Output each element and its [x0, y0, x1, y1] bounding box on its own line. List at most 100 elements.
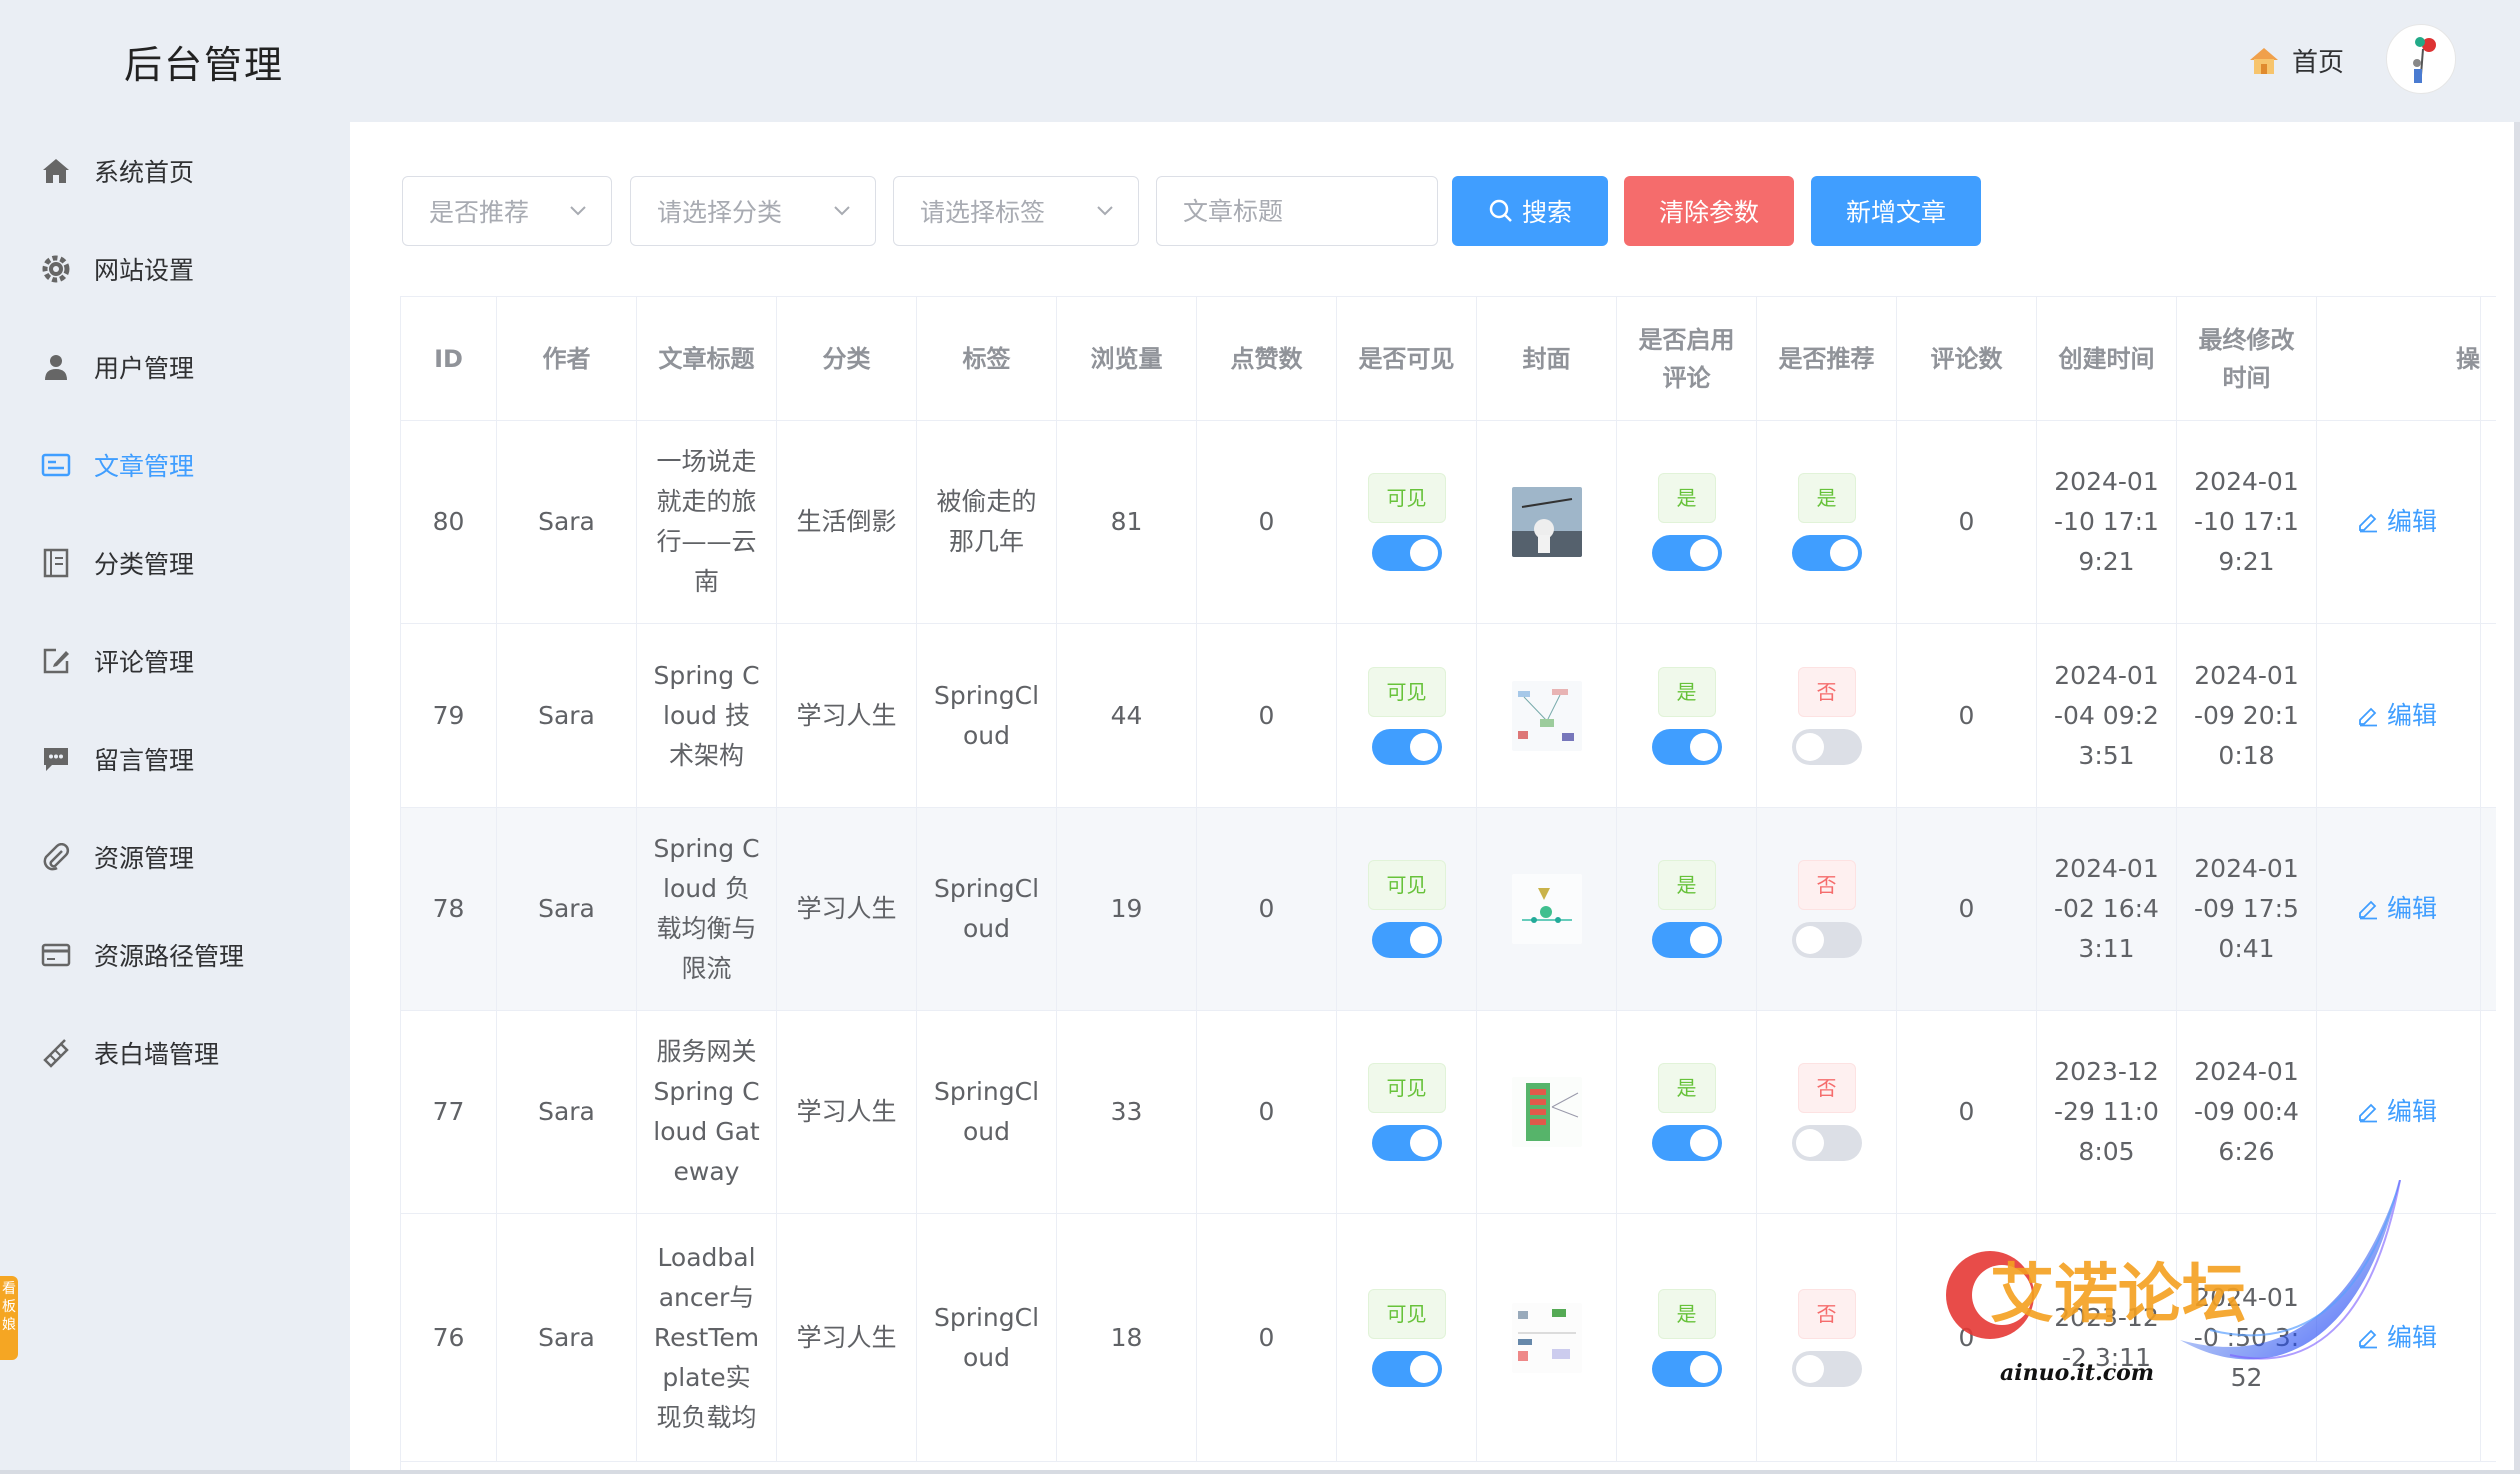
chevron-down-icon	[1092, 197, 1118, 223]
add-article-button[interactable]: 新增文章	[1811, 176, 1981, 246]
edit-button[interactable]: 编辑	[2357, 696, 2437, 736]
recommend-switch[interactable]	[1791, 1350, 1862, 1387]
cell-likes: 0	[1258, 1322, 1275, 1352]
recommend-switch[interactable]	[1791, 728, 1862, 765]
home-icon	[40, 155, 72, 187]
page-scrollbar[interactable]	[2514, 122, 2520, 1474]
cell-category: 学习人生	[796, 700, 897, 730]
table-cell: 81	[1057, 421, 1197, 623]
cover-thumbnail[interactable]	[1511, 1302, 1582, 1373]
recommend-switch[interactable]	[1791, 1125, 1862, 1161]
chevron-down-icon	[565, 197, 591, 223]
visible-switch[interactable]	[1371, 1350, 1442, 1387]
sidebar-item-users[interactable]: 用户管理	[0, 318, 348, 416]
cell-views: 18	[1110, 1322, 1143, 1352]
table-cell: Sara	[497, 624, 637, 807]
comments-enabled-switch[interactable]	[1651, 1350, 1722, 1387]
col-created: 创建时间	[2037, 297, 2177, 421]
sidebar-item-resources[interactable]: 资源管理	[0, 808, 348, 906]
edit-button[interactable]: 编辑	[2357, 1092, 2437, 1132]
edit-button[interactable]: 编辑	[2357, 1318, 2437, 1358]
cover-thumbnail[interactable]	[1511, 874, 1582, 944]
table-cell: 学习人生	[777, 1011, 917, 1213]
recommend-tag: 否	[1797, 666, 1856, 717]
sidebar-item-articles[interactable]: 文章管理	[0, 416, 348, 514]
recommend-tag: 否	[1797, 1288, 1856, 1339]
table-cell: 2024-01-10 17:19:21	[2037, 421, 2177, 623]
clear-button-label: 清除参数	[1658, 198, 1759, 227]
cell-modified: 2024-01-0 :50 3:52	[2193, 1282, 2300, 1392]
cover-thumbnail[interactable]	[1511, 1077, 1582, 1147]
comments-enabled-switch[interactable]	[1651, 535, 1722, 571]
bottom-border	[0, 1470, 2520, 1474]
cell-id: 79	[432, 700, 465, 730]
sidebar-item-label: 文章管理	[94, 452, 195, 481]
category-select[interactable]: 请选择分类	[630, 176, 876, 246]
table-cell: 可见	[1337, 421, 1477, 623]
edit-icon	[2359, 1103, 2377, 1123]
cover-thumbnail[interactable]	[1511, 680, 1582, 751]
sidebar-item-label: 资源管理	[94, 844, 195, 873]
sidebar-item-site-settings[interactable]: 网站设置	[0, 220, 348, 318]
cell-category: 学习人生	[796, 1097, 897, 1126]
cell-created: 2023-12-29 11:08:05	[2054, 1057, 2159, 1166]
search-button[interactable]: 搜索	[1452, 176, 1608, 246]
col-author: 作者	[497, 297, 637, 421]
table-cell: 44	[1057, 624, 1197, 807]
visible-switch[interactable]	[1371, 535, 1442, 571]
visible-tag: 可见	[1367, 666, 1446, 717]
visible-switch[interactable]	[1371, 728, 1442, 765]
table-cell: 是	[1617, 808, 1757, 1010]
recommend-switch[interactable]	[1791, 535, 1862, 571]
table-cell: 78	[401, 808, 497, 1010]
sidebar-item-label: 用户管理	[94, 354, 195, 383]
cover-thumbnail[interactable]	[1511, 487, 1582, 557]
table-row: 77 Sara 服务网关Spring Cloud Gateway 学习人生 Spring…	[401, 1011, 2496, 1214]
col-cover: 封面	[1477, 297, 1617, 421]
comments-enabled-tag: 是	[1657, 666, 1716, 717]
category-select-placeholder: 请选择分类	[657, 198, 783, 227]
sidebar-item-categories[interactable]: 分类管理	[0, 514, 348, 612]
table-cell: 生活倒影	[777, 421, 917, 623]
col-comments-enabled: 是否启用 评论	[1617, 297, 1757, 421]
site-title: 后台管理	[124, 43, 285, 87]
sidebar-item-messages[interactable]: 留言管理	[0, 710, 348, 808]
user-avatar[interactable]	[2386, 24, 2456, 94]
cell-author: Sara	[538, 894, 595, 923]
comments-enabled-switch[interactable]	[1651, 922, 1722, 958]
table-cell: 学习人生	[777, 624, 917, 807]
sidebar-item-resource-paths[interactable]: 资源路径管理	[0, 906, 348, 1004]
recommend-tag: 否	[1797, 1063, 1856, 1113]
table-cell: 2024-01-02 16:43:11	[2037, 808, 2177, 1010]
paperclip-icon	[40, 841, 72, 873]
cell-likes: 0	[1258, 507, 1275, 536]
sidebar-item-comments[interactable]: 评论管理	[0, 612, 348, 710]
recommend-select[interactable]: 是否推荐	[402, 176, 612, 246]
table-cell	[1477, 808, 1617, 1010]
cell-author: Sara	[538, 700, 595, 730]
article-title-input[interactable]	[1156, 176, 1438, 246]
sidebar-item-love-wall[interactable]: 表白墙管理	[0, 1004, 348, 1102]
table-cell: 编辑	[2317, 1214, 2481, 1461]
comments-enabled-switch[interactable]	[1651, 1125, 1722, 1161]
visible-switch[interactable]	[1371, 1125, 1442, 1161]
edit-button[interactable]: 编辑	[2357, 889, 2437, 929]
table-cell: Spring Cloud 技术架构	[637, 624, 777, 807]
home-link[interactable]: 首页	[2248, 42, 2344, 79]
cell-id: 76	[432, 1322, 465, 1352]
table-cell: SpringCloud	[917, 1214, 1057, 1461]
cell-created: 2023-12-2 3:11	[2054, 1302, 2159, 1372]
recommend-switch[interactable]	[1791, 922, 1862, 958]
main-content: 是否推荐 请选择分类 请选择标签 搜索 清除参数 新增文章 ID 作者 文章标题…	[350, 122, 2516, 1474]
clear-params-button[interactable]: 清除参数	[1624, 176, 1794, 246]
sidebar-item-system-home[interactable]: 系统首页	[0, 122, 348, 220]
edit-button[interactable]: 编辑	[2357, 502, 2437, 542]
visible-switch[interactable]	[1371, 922, 1442, 958]
comments-enabled-switch[interactable]	[1651, 728, 1722, 765]
side-badge[interactable]: 看板娘	[0, 1276, 18, 1360]
sidebar: 系统首页 网站设置 用户管理 文章管理 分类管理 评论管理 留言管理 资源管理 …	[0, 122, 348, 1474]
cell-views: 19	[1110, 894, 1143, 923]
table-cell: Sara	[497, 808, 637, 1010]
tag-select[interactable]: 请选择标签	[893, 176, 1139, 246]
table-cell: 是	[1757, 421, 1897, 623]
